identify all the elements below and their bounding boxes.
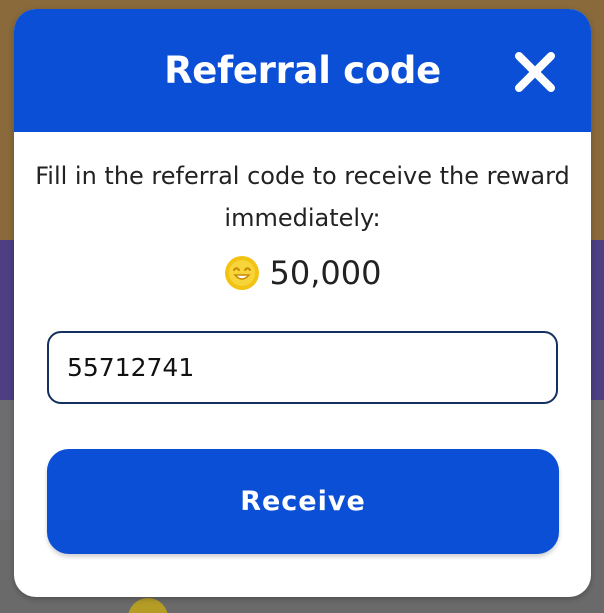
reward-amount-row: 50,000 — [14, 251, 591, 295]
referral-code-input[interactable] — [47, 331, 558, 404]
receive-button[interactable]: Receive — [47, 449, 559, 554]
reward-amount: 50,000 — [269, 254, 382, 292]
dialog-header: Referral code — [14, 9, 591, 132]
coin-icon — [224, 255, 260, 291]
close-icon — [515, 52, 555, 92]
referral-code-dialog: Referral code Fill in the referral code … — [14, 9, 591, 597]
dialog-title: Referral code — [164, 49, 441, 92]
close-button[interactable] — [512, 49, 558, 95]
dialog-description: Fill in the referral code to receive the… — [35, 162, 570, 232]
